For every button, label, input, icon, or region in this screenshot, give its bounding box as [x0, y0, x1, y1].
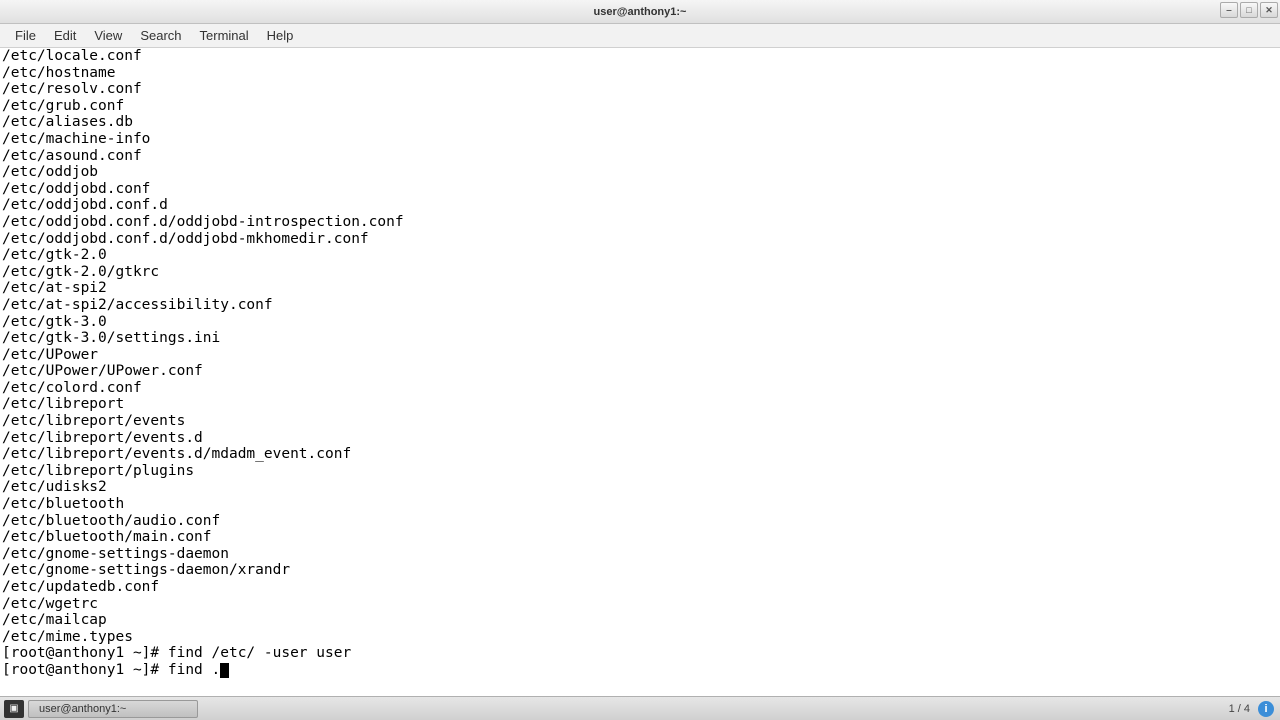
window-controls: ‒ □ ✕	[1220, 2, 1278, 18]
menu-terminal[interactable]: Terminal	[191, 25, 258, 46]
terminal-output-line: /etc/resolv.conf	[2, 81, 1278, 98]
maximize-button[interactable]: □	[1240, 2, 1258, 18]
menu-file[interactable]: File	[6, 25, 45, 46]
launcher-icon[interactable]: ▣	[4, 700, 24, 718]
terminal-output-line: /etc/oddjob	[2, 164, 1278, 181]
terminal-output-line: /etc/UPower/UPower.conf	[2, 363, 1278, 380]
menu-bar: File Edit View Search Terminal Help	[0, 24, 1280, 48]
window-title: user@anthony1:~	[594, 6, 687, 18]
terminal-output-line: /etc/gtk-2.0/gtkrc	[2, 264, 1278, 281]
terminal-output-line: /etc/UPower	[2, 347, 1278, 364]
taskbar-tray: 1 / 4 i	[1229, 701, 1274, 717]
terminal-output-line: /etc/oddjobd.conf.d/oddjobd-introspectio…	[2, 214, 1278, 231]
terminal-output-line: /etc/libreport/plugins	[2, 463, 1278, 480]
terminal-viewport[interactable]: /etc/locale.conf/etc/hostname/etc/resolv…	[0, 48, 1280, 696]
terminal-prev-command-line: [root@anthony1 ~]# find /etc/ -user user	[2, 645, 1278, 662]
terminal-output-line: /etc/libreport/events.d/mdadm_event.conf	[2, 446, 1278, 463]
taskbar: ▣ user@anthony1:~ 1 / 4 i	[0, 696, 1280, 720]
terminal-output-line: /etc/at-spi2/accessibility.conf	[2, 297, 1278, 314]
terminal-output-line: /etc/bluetooth	[2, 496, 1278, 513]
menu-view[interactable]: View	[85, 25, 131, 46]
menu-edit[interactable]: Edit	[45, 25, 85, 46]
terminal-output-line: /etc/machine-info	[2, 131, 1278, 148]
terminal-output-line: /etc/gtk-3.0/settings.ini	[2, 330, 1278, 347]
taskbar-app-label: user@anthony1:~	[39, 703, 126, 715]
terminal-current-line[interactable]: [root@anthony1 ~]# find .	[2, 662, 1278, 679]
taskbar-app-terminal[interactable]: user@anthony1:~	[28, 700, 198, 718]
terminal-output-line: /etc/mailcap	[2, 612, 1278, 629]
terminal-output-line: /etc/bluetooth/audio.conf	[2, 513, 1278, 530]
terminal-output-line: /etc/gnome-settings-daemon	[2, 546, 1278, 563]
terminal-output-line: /etc/libreport/events.d	[2, 430, 1278, 447]
terminal-prompt: [root@anthony1 ~]# find .	[2, 662, 220, 678]
close-button[interactable]: ✕	[1260, 2, 1278, 18]
terminal-output-line: /etc/locale.conf	[2, 48, 1278, 65]
terminal-output-line: /etc/gtk-2.0	[2, 247, 1278, 264]
terminal-output-line: /etc/gnome-settings-daemon/xrandr	[2, 562, 1278, 579]
terminal-output-line: /etc/gtk-3.0	[2, 314, 1278, 331]
terminal-output-line: /etc/aliases.db	[2, 114, 1278, 131]
terminal-output-line: /etc/libreport/events	[2, 413, 1278, 430]
window-titlebar: user@anthony1:~ ‒ □ ✕	[0, 0, 1280, 24]
terminal-output-line: /etc/colord.conf	[2, 380, 1278, 397]
terminal-output-line: /etc/oddjobd.conf.d	[2, 197, 1278, 214]
terminal-output-line: /etc/at-spi2	[2, 280, 1278, 297]
terminal-output-line: /etc/asound.conf	[2, 148, 1278, 165]
terminal-output-line: /etc/grub.conf	[2, 98, 1278, 115]
minimize-button[interactable]: ‒	[1220, 2, 1238, 18]
terminal-output-line: /etc/libreport	[2, 396, 1278, 413]
terminal-cursor	[220, 663, 229, 678]
terminal-output-line: /etc/hostname	[2, 65, 1278, 82]
terminal-output-line: /etc/updatedb.conf	[2, 579, 1278, 596]
terminal-output-line: /etc/mime.types	[2, 629, 1278, 646]
terminal-output-line: /etc/oddjobd.conf.d/oddjobd-mkhomedir.co…	[2, 231, 1278, 248]
page-indicator: 1 / 4	[1229, 703, 1250, 715]
menu-help[interactable]: Help	[258, 25, 303, 46]
info-icon[interactable]: i	[1258, 701, 1274, 717]
terminal-output-line: /etc/bluetooth/main.conf	[2, 529, 1278, 546]
terminal-output-line: /etc/udisks2	[2, 479, 1278, 496]
terminal-output-line: /etc/oddjobd.conf	[2, 181, 1278, 198]
terminal-output-line: /etc/wgetrc	[2, 596, 1278, 613]
menu-search[interactable]: Search	[131, 25, 190, 46]
